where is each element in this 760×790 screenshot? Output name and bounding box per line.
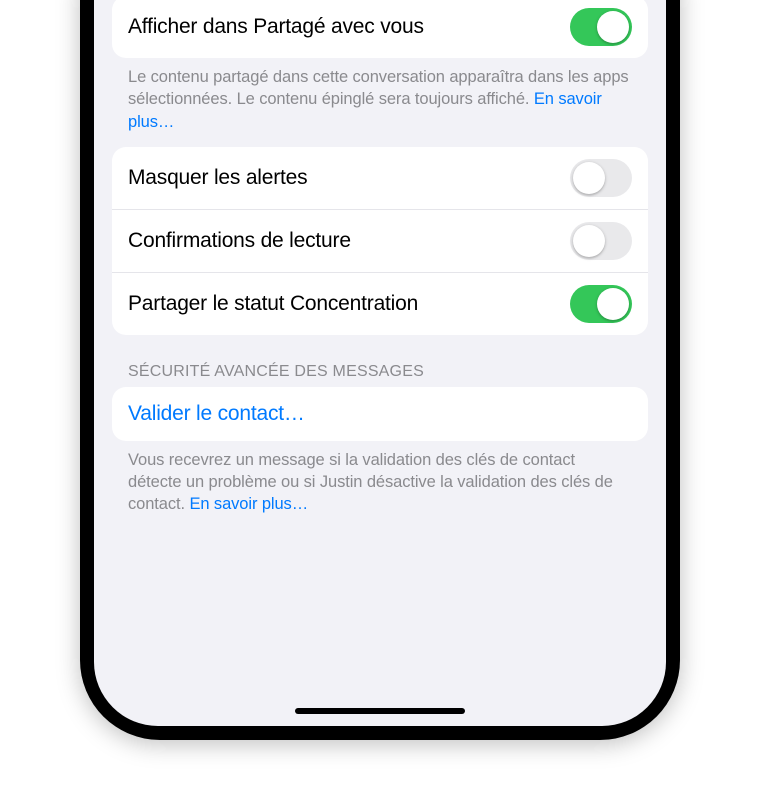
stage: Afficher dans Partagé avec vous Le conte… bbox=[0, 0, 760, 790]
footer-advanced-security: Vous recevrez un message si la validatio… bbox=[112, 441, 648, 516]
toggle-show-in-shared[interactable] bbox=[570, 8, 632, 46]
group-notifications: Masquer les alertes Confirmations de lec… bbox=[112, 147, 648, 335]
footer-shared-with-you: Le contenu partagé dans cette conversati… bbox=[112, 58, 648, 133]
row-label: Afficher dans Partagé avec vous bbox=[128, 15, 424, 39]
row-link-label: Valider le contact… bbox=[128, 402, 305, 426]
toggle-share-focus[interactable] bbox=[570, 285, 632, 323]
toggle-hide-alerts[interactable] bbox=[570, 159, 632, 197]
group-advanced-security: Valider le contact… bbox=[112, 387, 648, 441]
home-indicator[interactable] bbox=[295, 708, 465, 714]
row-label: Masquer les alertes bbox=[128, 166, 307, 190]
row-verify-contact[interactable]: Valider le contact… bbox=[112, 387, 648, 441]
phone-inner: Afficher dans Partagé avec vous Le conte… bbox=[90, 0, 670, 730]
group-shared-with-you: Afficher dans Partagé avec vous bbox=[112, 0, 648, 58]
toggle-knob bbox=[597, 11, 629, 43]
toggle-knob bbox=[573, 225, 605, 257]
row-label: Partager le statut Concentration bbox=[128, 292, 418, 316]
spacer bbox=[112, 516, 648, 586]
phone-frame: Afficher dans Partagé avec vous Le conte… bbox=[80, 0, 680, 740]
row-hide-alerts[interactable]: Masquer les alertes bbox=[112, 147, 648, 209]
row-label: Confirmations de lecture bbox=[128, 229, 351, 253]
settings-screen: Afficher dans Partagé avec vous Le conte… bbox=[94, 0, 666, 726]
row-share-focus[interactable]: Partager le statut Concentration bbox=[112, 272, 648, 335]
row-read-receipts[interactable]: Confirmations de lecture bbox=[112, 209, 648, 272]
toggle-knob bbox=[597, 288, 629, 320]
toggle-knob bbox=[573, 162, 605, 194]
learn-more-link[interactable]: En savoir plus… bbox=[189, 495, 308, 513]
row-show-in-shared[interactable]: Afficher dans Partagé avec vous bbox=[112, 0, 648, 58]
section-header-advanced-security: SÉCURITÉ AVANCÉE DES MESSAGES bbox=[112, 335, 648, 387]
toggle-read-receipts[interactable] bbox=[570, 222, 632, 260]
